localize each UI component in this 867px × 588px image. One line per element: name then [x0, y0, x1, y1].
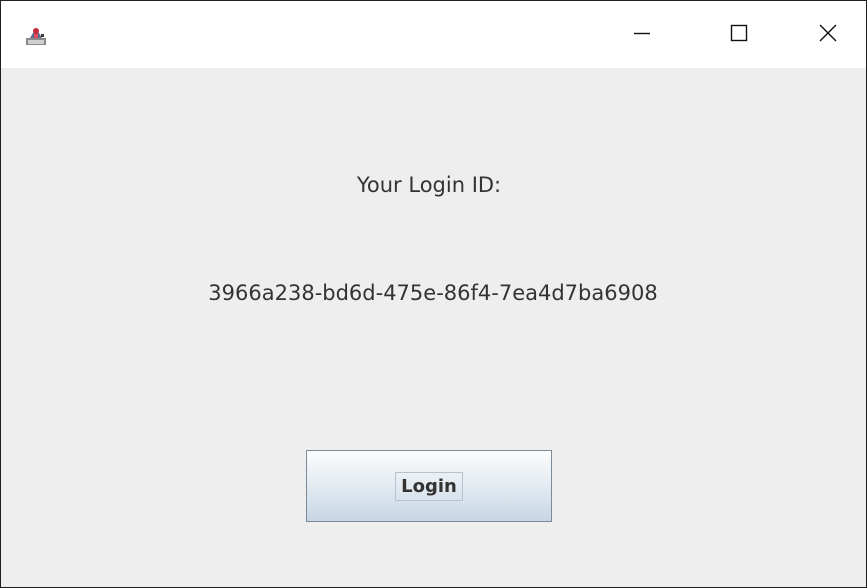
login-button[interactable]: Login	[306, 450, 552, 522]
minimize-button[interactable]	[612, 1, 672, 68]
app-window: Your Login ID: 3966a238-bd6d-475e-86f4-7…	[0, 0, 867, 588]
java-app-icon	[25, 25, 47, 47]
close-icon	[818, 23, 838, 47]
title-bar[interactable]	[1, 1, 866, 68]
login-id-value: 3966a238-bd6d-475e-86f4-7ea4d7ba6908	[208, 281, 658, 305]
close-button[interactable]	[798, 1, 858, 68]
login-id-heading: Your Login ID:	[356, 173, 502, 197]
content-panel: Your Login ID: 3966a238-bd6d-475e-86f4-7…	[1, 68, 866, 587]
maximize-icon	[729, 23, 749, 47]
minimize-icon	[632, 23, 652, 47]
login-button-label: Login	[395, 471, 463, 501]
maximize-button[interactable]	[709, 1, 769, 68]
